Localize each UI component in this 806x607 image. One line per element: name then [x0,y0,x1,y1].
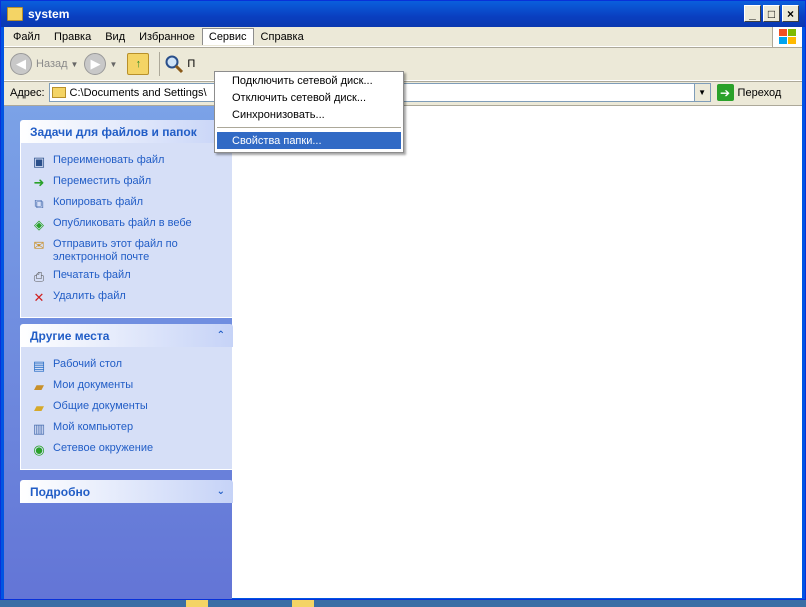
back-arrow-icon: ◀ [10,53,32,75]
folder-icon: ▰ [34,400,44,415]
tools-menu-dropdown: Подключить сетевой диск... Отключить сет… [214,71,404,153]
window-title: system [28,7,70,21]
toolbar-divider [159,52,161,76]
file-tasks-header[interactable]: Задачи для файлов и папок [20,120,233,143]
client-area: Файл Правка Вид Избранное Сервис Справка… [4,27,802,599]
go-button[interactable]: ➔ Переход [716,84,782,101]
task-delete[interactable]: ✕ Удалить файл [31,290,226,306]
file-tasks-panel: Задачи для файлов и папок ▣ Переименоват… [20,120,233,318]
content-area: Задачи для файлов и папок ▣ Переименоват… [4,105,802,599]
menu-help[interactable]: Справка [254,28,311,46]
chevron-down-icon[interactable]: ⌄ [217,486,225,497]
menu-edit[interactable]: Правка [47,28,98,46]
delete-icon: ✕ [33,290,45,305]
menu-folder-options[interactable]: Свойства папки... [217,132,401,149]
task-print[interactable]: ⎙ Печатать файл [31,269,226,285]
menu-map-network-drive[interactable]: Подключить сетевой диск... [215,72,403,89]
menu-divider [217,127,401,128]
task-move[interactable]: ➜ Переместить файл [31,175,226,191]
panel-title: Задачи для файлов и папок [30,124,197,139]
search-button[interactable]: П [164,54,195,74]
chevron-up-icon[interactable]: ⌃ [217,330,225,341]
publish-web-icon: ◈ [34,217,44,232]
menu-disconnect-network-drive[interactable]: Отключить сетевой диск... [215,89,403,106]
place-my-computer[interactable]: ▥ Мой компьютер [31,421,226,437]
desktop-folder-icon[interactable] [186,600,208,607]
email-icon: ✉ [33,238,45,253]
network-icon: ◉ [33,442,45,457]
address-value: C:\Documents and Settings\ [69,86,207,99]
menu-tools[interactable]: Сервис [201,28,254,45]
other-places-panel: Другие места ⌃ ▤ Рабочий стол ▰ Мои доку… [20,324,233,470]
desktop-icon: ▤ [32,358,46,373]
title-bar[interactable]: system _ □ × [1,1,805,27]
forward-button[interactable]: ▶ ▼ [84,53,117,75]
desktop-strip [0,600,806,607]
panel-title: Подробно [30,484,91,499]
menu-view[interactable]: Вид [98,28,132,46]
back-button[interactable]: ◀ Назад ▼ [10,53,78,75]
menu-favorites[interactable]: Избранное [132,28,202,46]
go-arrow-icon: ➔ [716,84,734,101]
place-network[interactable]: ◉ Сетевое окружение [31,442,226,458]
place-desktop[interactable]: ▤ Рабочий стол [31,358,226,374]
task-copy[interactable]: ⧉ Копировать файл [31,196,226,212]
chevron-down-icon: ▼ [109,59,118,69]
task-publish[interactable]: ◈ Опубликовать файл в вебе [31,217,226,233]
desktop-folder-icon[interactable] [292,600,314,607]
my-documents-icon: ▰ [34,379,44,394]
address-dropdown-button[interactable]: ▼ [693,84,710,101]
menu-bar: Файл Правка Вид Избранное Сервис Справка [4,27,802,47]
forward-arrow-icon: ▶ [84,53,107,75]
menu-synchronize[interactable]: Синхронизовать... [215,106,403,123]
task-email[interactable]: ✉ Отправить этот файл по электронной поч… [31,238,226,264]
rename-icon: ▣ [32,154,46,169]
file-tasks-body: ▣ Переименовать файл ➜ Переместить файл … [20,143,233,318]
explorer-window: system _ □ × Файл Правка Вид Избранное С… [0,0,806,600]
place-shared-documents[interactable]: ▰ Общие документы [31,400,226,416]
other-places-header[interactable]: Другие места ⌃ [20,324,233,347]
panel-title: Другие места [30,328,110,343]
details-panel: Подробно ⌄ [20,480,233,503]
address-label: Адрес: [10,86,45,99]
windows-logo-icon [772,27,802,47]
folder-icon [7,7,23,21]
other-places-body: ▤ Рабочий стол ▰ Мои документы ▰ Общие д… [20,347,233,470]
chevron-down-icon: ▼ [70,59,79,69]
search-icon [165,55,184,74]
close-button[interactable]: × [782,5,799,22]
window-controls: _ □ × [744,5,799,22]
menu-file[interactable]: Файл [6,28,47,46]
maximize-button[interactable]: □ [763,5,780,22]
copy-icon: ⧉ [34,196,44,211]
computer-icon: ▥ [32,421,46,436]
back-label: Назад [36,58,68,70]
task-pane: Задачи для файлов и папок ▣ Переименоват… [4,106,233,599]
folder-icon [51,87,66,98]
folder-up-icon[interactable]: ↑ [127,53,150,75]
minimize-button[interactable]: _ [744,5,761,22]
task-rename[interactable]: ▣ Переименовать файл [31,154,226,170]
place-my-documents[interactable]: ▰ Мои документы [31,379,226,395]
search-label: П [187,58,196,70]
printer-icon: ⎙ [33,269,45,284]
move-icon: ➜ [33,175,45,190]
details-header[interactable]: Подробно ⌄ [20,480,233,503]
go-label: Переход [737,86,782,99]
